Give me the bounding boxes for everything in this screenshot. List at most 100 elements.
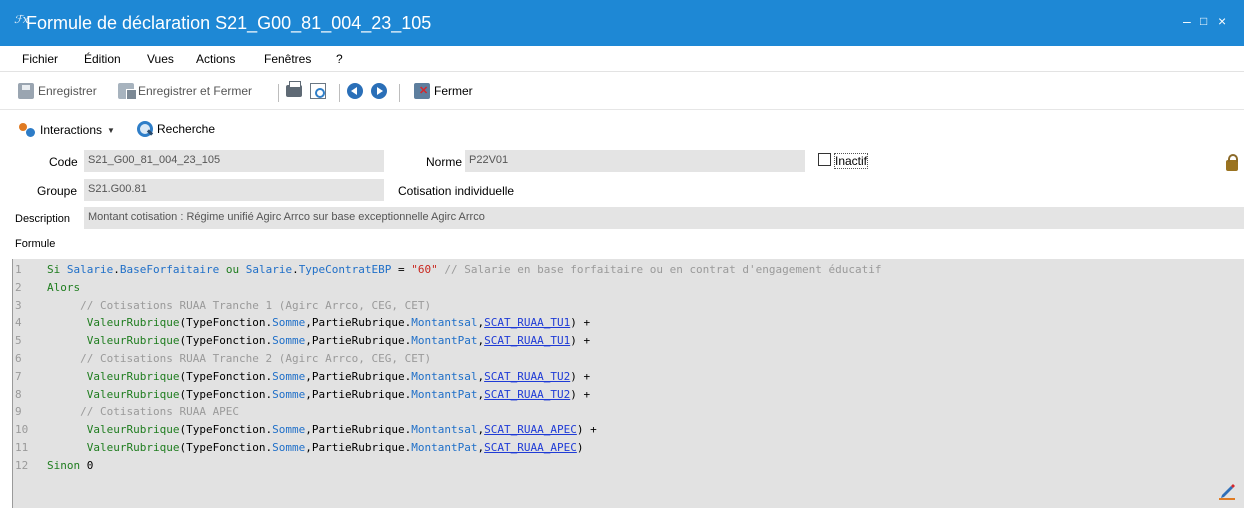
code-token: TypeFonction. — [186, 334, 273, 348]
code-token: TypeFonction. — [186, 441, 273, 454]
formule-label: Formule — [15, 238, 56, 250]
interactions-button[interactable]: Interactions ▼ — [18, 121, 115, 139]
save-close-icon — [118, 83, 137, 100]
code-token: Somme — [272, 316, 306, 330]
code-token: Salarie — [66, 263, 114, 276]
constant-link[interactable]: SCAT_RUAA_TU1 — [484, 316, 570, 329]
code-token: , — [305, 334, 312, 348]
save-button[interactable]: Enregistrer — [18, 83, 97, 99]
menu-vues[interactable]: Vues — [147, 52, 174, 66]
code-token: Somme — [272, 387, 306, 401]
code-token: Alors — [47, 280, 81, 294]
description-field[interactable]: Montant cotisation : Régime unifié Agirc… — [84, 207, 1244, 229]
edit-pencil-icon[interactable] — [1216, 480, 1238, 502]
code-token: Salarie — [245, 263, 293, 276]
code-token: . — [292, 263, 299, 276]
code-token: ) + — [576, 423, 597, 437]
save-icon — [18, 83, 34, 99]
constant-link[interactable]: SCAT_RUAA_TU2 — [484, 388, 570, 401]
line-number: 6 — [15, 352, 22, 365]
print-button[interactable] — [286, 81, 302, 97]
groupe-field[interactable]: S21.G00.81 — [84, 179, 384, 201]
close-button[interactable]: Fermer — [414, 83, 473, 99]
previous-button[interactable] — [347, 83, 363, 99]
line-number: 12 — [15, 458, 29, 472]
code-token: . — [113, 263, 120, 276]
constant-link[interactable]: SCAT_RUAA_TU2 — [484, 370, 570, 383]
formula-code: ValeurRubrique(TypeFonction.Somme,Partie… — [47, 421, 597, 438]
menu-edition[interactable]: Édition — [84, 52, 121, 66]
code-token: , — [305, 441, 312, 454]
line-number: 5 — [15, 334, 22, 348]
formula-code: ValeurRubrique(TypeFonction.Somme,Partie… — [47, 332, 590, 349]
code-token: ValeurRubrique — [47, 441, 180, 454]
formula-code: Alors — [47, 279, 80, 296]
line-number: 3 — [15, 298, 22, 312]
search-label: Recherche — [157, 122, 216, 136]
code-token: // Cotisations RUAA Tranche 2 (Agirc Arr… — [47, 352, 432, 365]
print-preview-icon — [310, 83, 326, 99]
formula-editor[interactable]: 1 Si Salarie.BaseForfaitaire ou Salarie.T… — [12, 259, 1244, 508]
inactif-checkbox[interactable] — [818, 153, 831, 166]
next-icon — [371, 83, 387, 99]
save-close-label: Enregistrer et Fermer — [138, 84, 253, 98]
inactif-label[interactable]: Inactif — [833, 153, 869, 169]
code-token: PartieRubrique. — [311, 423, 412, 437]
line-number: 11 — [15, 441, 29, 454]
code-token: PartieRubrique. — [311, 316, 412, 330]
menu-actions[interactable]: Actions — [196, 52, 235, 66]
line-number: 9 — [15, 405, 22, 419]
formula-line: 2 Alors — [13, 279, 1244, 296]
line-number: 10 — [15, 423, 29, 437]
code-token: ou — [219, 263, 246, 276]
interactions-icon — [18, 121, 36, 139]
constant-link[interactable]: SCAT_RUAA_TU1 — [484, 334, 570, 347]
constant-link[interactable]: SCAT_RUAA_APEC — [484, 441, 577, 454]
menu-fenetres[interactable]: Fenêtres — [264, 52, 311, 66]
code-token: BaseForfaitaire — [119, 263, 220, 276]
menu-help[interactable]: ? — [336, 52, 343, 66]
minimize-button[interactable]: – — [1183, 13, 1191, 29]
code-token: , — [305, 387, 312, 401]
code-token: Montantsal — [411, 369, 478, 383]
save-close-button[interactable]: Enregistrer et Fermer — [118, 83, 253, 100]
search-button[interactable]: Recherche — [137, 121, 215, 137]
formula-line: 7 ValeurRubrique(TypeFonction.Somme,Part… — [13, 368, 1244, 385]
maximize-button[interactable]: □ — [1200, 14, 1207, 28]
menu-fichier[interactable]: Fichier — [22, 52, 58, 66]
code-token: ) + — [570, 387, 591, 401]
search-icon — [137, 121, 153, 137]
previous-icon — [347, 83, 363, 99]
code-token: Montantsal — [411, 316, 478, 330]
close-icon — [414, 83, 430, 99]
line-number: 7 — [15, 369, 22, 383]
formula-line: 10 ValeurRubrique(TypeFonction.Somme,Par… — [13, 421, 1244, 438]
formula-line: 4 ValeurRubrique(TypeFonction.Somme,Part… — [13, 314, 1244, 331]
code-token: ValeurRubrique — [47, 387, 180, 401]
lock-icon — [1226, 154, 1238, 171]
formula-code: // Cotisations RUAA Tranche 1 (Agirc Arr… — [47, 297, 431, 314]
code-token: TypeFonction. — [186, 423, 273, 437]
next-button[interactable] — [371, 83, 387, 99]
formula-code: // Cotisations RUAA Tranche 2 (Agirc Arr… — [47, 350, 431, 367]
formula-line: 6 // Cotisations RUAA Tranche 2 (Agirc A… — [13, 350, 1244, 367]
formula-line: 9 // Cotisations RUAA APEC — [13, 403, 1244, 420]
code-token: Somme — [272, 334, 306, 348]
norme-field[interactable]: P22V01 — [465, 150, 805, 172]
print-preview-button[interactable] — [310, 83, 326, 99]
code-token: ) + — [570, 316, 591, 330]
line-number: 1 — [15, 263, 22, 276]
code-token: Sinon — [47, 458, 87, 472]
groupe-label: Groupe — [37, 184, 78, 198]
code-token: PartieRubrique. — [311, 441, 412, 454]
formula-line: 3 // Cotisations RUAA Tranche 1 (Agirc A… — [13, 297, 1244, 314]
code-token: , — [305, 423, 312, 437]
code-field[interactable]: S21_G00_81_004_23_105 — [84, 150, 384, 172]
formula-code: ValeurRubrique(TypeFonction.Somme,Partie… — [47, 439, 584, 456]
code-token: Somme — [272, 441, 306, 454]
close-window-button[interactable]: × — [1218, 13, 1226, 29]
code-token: Si — [47, 263, 67, 276]
code-token: ValeurRubrique — [47, 334, 180, 348]
constant-link[interactable]: SCAT_RUAA_APEC — [484, 423, 577, 436]
code-token: Somme — [272, 423, 306, 437]
